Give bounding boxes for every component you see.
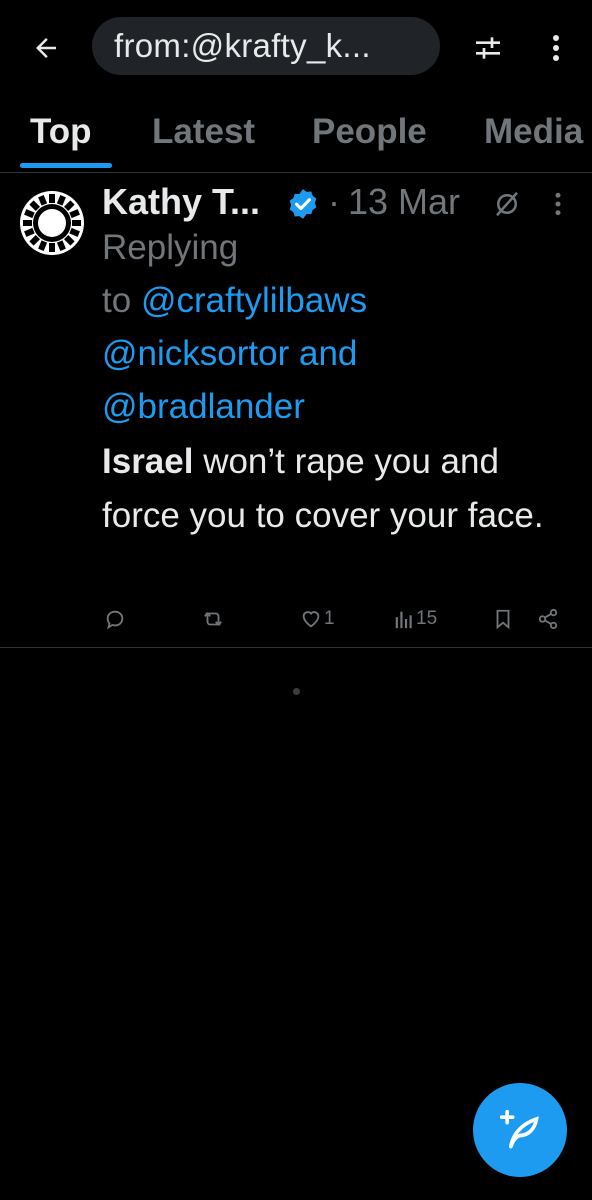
replying-to: Replying to @craftylilbaws @nicksortor a… xyxy=(102,221,572,433)
share-button[interactable] xyxy=(537,599,559,639)
loading-indicator xyxy=(293,688,300,695)
views-button[interactable]: 15 xyxy=(394,599,437,639)
share-icon xyxy=(538,608,558,630)
tweet-card[interactable]: Kathy T... · 13 Mar Replying to @craftyl… xyxy=(0,173,592,648)
tweet-more-icon[interactable] xyxy=(548,189,568,219)
replying-line-3: @bradlander xyxy=(102,380,572,433)
tab-top[interactable]: Top xyxy=(30,112,92,152)
search-filter-button[interactable] xyxy=(466,26,510,70)
retweet-icon xyxy=(204,612,222,626)
tweet-actions: 1 15 xyxy=(0,599,592,639)
tab-people[interactable]: People xyxy=(312,112,427,152)
meta-separator: · xyxy=(328,181,340,222)
search-input[interactable]: from:@krafty_k... xyxy=(92,17,440,75)
bookmark-button[interactable] xyxy=(492,599,514,639)
reply-icon xyxy=(106,610,124,630)
grok-icon[interactable] xyxy=(492,189,522,219)
tab-media[interactable]: Media xyxy=(484,112,583,152)
verified-badge-icon xyxy=(289,189,317,219)
search-header: from:@krafty_k... xyxy=(0,0,592,96)
search-tabs: Top Latest People Media xyxy=(0,100,592,173)
compose-post-icon xyxy=(499,1109,539,1149)
mention-link[interactable]: @bradlander xyxy=(102,387,305,426)
like-count: 1 xyxy=(324,608,335,629)
tab-latest[interactable]: Latest xyxy=(152,112,255,152)
tweet-body: Israel won’t rape you and force you to c… xyxy=(102,435,577,543)
replying-line-2: @nicksortor and xyxy=(102,327,572,380)
views-icon xyxy=(395,611,412,629)
views-count: 15 xyxy=(416,608,438,629)
arrow-left-icon xyxy=(36,38,56,58)
replying-label: Replying xyxy=(102,228,239,267)
search-query-text: from:@krafty_k... xyxy=(114,27,371,64)
more-vertical-icon xyxy=(553,35,559,61)
avatar[interactable] xyxy=(20,191,84,255)
retweet-button[interactable] xyxy=(200,599,228,639)
bookmark-icon xyxy=(496,609,510,630)
reply-button[interactable] xyxy=(104,599,128,639)
mention-joiner: and xyxy=(298,334,358,373)
more-options-button[interactable] xyxy=(536,26,576,70)
compose-post-button[interactable] xyxy=(473,1083,567,1177)
replying-to-word: to xyxy=(102,281,132,320)
mention-link[interactable]: @nicksortor xyxy=(102,334,289,373)
app-root: from:@krafty_k... Top Latest People Medi… xyxy=(0,0,592,1200)
sliders-icon xyxy=(476,37,500,59)
author-name[interactable]: Kathy T... xyxy=(102,181,260,223)
tweet-header: Kathy T... · 13 Mar xyxy=(102,177,582,227)
tweet-body-bold: Israel xyxy=(102,442,194,481)
like-button[interactable]: 1 xyxy=(300,599,335,639)
replying-line-1: to @craftylilbaws xyxy=(102,274,572,327)
tweet-date[interactable]: 13 Mar xyxy=(348,181,460,223)
mention-link[interactable]: @craftylilbaws xyxy=(141,281,367,320)
back-button[interactable] xyxy=(22,26,70,70)
active-tab-indicator xyxy=(20,163,112,168)
heart-icon xyxy=(302,611,320,628)
